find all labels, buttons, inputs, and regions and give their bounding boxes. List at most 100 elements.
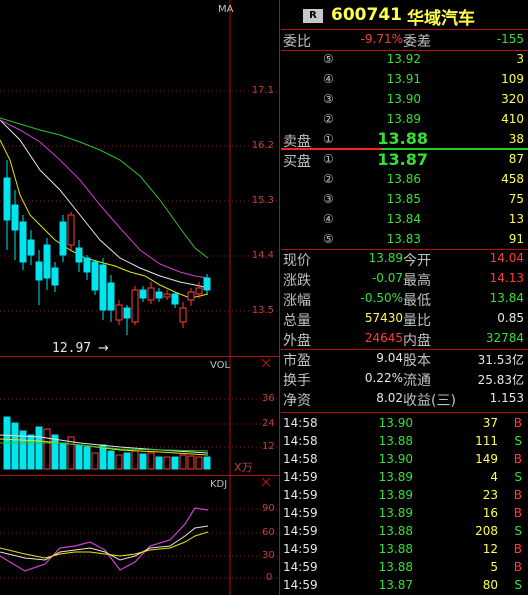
ask-level: ⑤ (323, 52, 334, 66)
tick-time: 14:58 (283, 416, 318, 430)
ask-volume: 410 (501, 112, 524, 126)
tick-side: S (514, 578, 522, 592)
candle (19, 221, 27, 263)
candle (131, 289, 139, 323)
close-icon (261, 358, 271, 368)
tick-volume: 5 (490, 560, 498, 574)
tick-time: 14:59 (283, 524, 318, 538)
fundamentals: 市盈 9.04 股本 31.53亿 换手 0.22% 流通 25.83亿 净资 … (281, 350, 528, 412)
bid-row[interactable]: ③ 13.85 75 (281, 191, 528, 209)
fundamental-label: 股本 (403, 353, 431, 369)
tick-volume: 111 (475, 434, 498, 448)
price-tick-label: 15.3 (251, 195, 274, 206)
candle (155, 291, 163, 299)
tick-volume: 12 (482, 542, 498, 556)
volume-chart[interactable] (0, 357, 280, 475)
tick-time: 14:58 (283, 434, 318, 448)
price-tick-label: 17.1 (251, 85, 274, 96)
chart-area[interactable]: 12.97 → MA 17.1 16.2 15.3 14.4 13.5 VOL … (0, 0, 280, 595)
ask-price-best: 13.88 (377, 129, 428, 148)
bid-row[interactable]: ⑤ 13.83 91 (281, 231, 528, 249)
quote-label: 内盘 (403, 333, 431, 349)
quote-value: 13.84 (489, 291, 524, 305)
quote-row: 外盘 24645 内盘 32784 (281, 330, 528, 349)
quote-label: 涨跌 (283, 273, 311, 289)
bid-row[interactable]: ② 13.86 458 (281, 171, 528, 189)
quote-row: 总量 57430 量比 0.85 (281, 310, 528, 329)
ask-price: 13.92 (386, 52, 421, 66)
ask-row[interactable]: ① 13.88 38 (281, 129, 528, 149)
ask-row[interactable]: ② 13.89 410 (281, 111, 528, 129)
commission-ratio-value: -9.71% (360, 32, 403, 46)
candle (27, 239, 35, 256)
tick-row: 14:59 13.88 208 S (281, 523, 528, 541)
quote-label: 量比 (403, 313, 431, 329)
quote-value: 57430 (364, 311, 403, 325)
quote-value: 32784 (485, 331, 524, 345)
candle (75, 247, 83, 263)
candle (171, 293, 179, 305)
price-axis: 17.1 16.2 15.3 14.4 13.5 (232, 0, 278, 356)
ask-row[interactable]: ⑤ 13.92 3 (281, 51, 528, 69)
tick-row: 14:58 13.90 37 B (281, 415, 528, 433)
commission-diff-value: -155 (496, 32, 524, 46)
volume-bar (171, 456, 179, 470)
tick-row: 14:59 13.87 80 S (281, 577, 528, 595)
bid-level: ③ (323, 192, 334, 206)
tick-price: 13.89 (378, 488, 413, 502)
tick-volume: 37 (482, 416, 498, 430)
quote-label: 总量 (283, 313, 311, 329)
volume-bar (187, 455, 195, 470)
quote-value: 14.04 (489, 251, 524, 265)
stock-code: 600741 (331, 5, 402, 25)
volume-bar (115, 454, 123, 470)
candle (3, 177, 11, 221)
r-badge[interactable]: R (303, 9, 323, 23)
fundamental-value: 31.53亿 (477, 353, 524, 367)
candle (51, 267, 59, 286)
tick-volume: 80 (482, 578, 498, 592)
bid-price-best: 13.87 (377, 150, 428, 169)
bid-row[interactable]: ④ 13.84 13 (281, 211, 528, 229)
vol-label: VOL (210, 360, 231, 371)
tick-list[interactable]: 14:58 13.90 37 B 14:58 13.88 111 S 14:58 13.90 149… (281, 413, 528, 595)
tick-price: 13.88 (378, 560, 413, 574)
ask-row[interactable]: ③ 13.90 320 (281, 91, 528, 109)
ask-level: ② (323, 112, 334, 126)
volume-bar (155, 456, 163, 470)
low-marker-arrow: → (98, 341, 109, 356)
candle (163, 293, 171, 298)
bid-price: 13.84 (386, 212, 421, 226)
close-icon (261, 477, 271, 487)
candle (187, 291, 195, 301)
fundamental-row: 市盈 9.04 股本 31.53亿 (281, 350, 528, 369)
tick-price: 13.88 (378, 542, 413, 556)
bid-volume: 87 (508, 152, 524, 166)
tick-side: B (513, 506, 522, 520)
candle (107, 282, 115, 311)
bid-row[interactable]: ① 13.87 87 (281, 150, 528, 169)
tick-side: B (513, 452, 522, 466)
volume-bar (131, 450, 139, 470)
quote-value: 24645 (364, 331, 403, 345)
ask-price: 13.89 (386, 112, 421, 126)
quote-stats: 现价 13.89 今开 14.04 涨跌 -0.07 最高 14.13 涨幅 -… (281, 250, 528, 350)
ask-row[interactable]: ④ 13.91 109 (281, 71, 528, 89)
volume-bar (139, 453, 147, 470)
kdj-tick-label: 30 (262, 550, 275, 561)
quote-label: 涨幅 (283, 293, 311, 309)
bid-volume: 458 (501, 172, 524, 186)
bid-price: 13.83 (386, 232, 421, 246)
vol-tick-label: 36 (262, 393, 275, 404)
stock-name: 华域汽车 (407, 9, 475, 29)
kdj-chart[interactable] (0, 476, 280, 595)
volume-bar (51, 434, 59, 470)
candle (147, 287, 155, 301)
tick-row: 14:59 13.88 12 B (281, 541, 528, 559)
tick-side: B (513, 488, 522, 502)
quote-value: -0.07 (371, 271, 403, 285)
ask-level: ④ (323, 72, 334, 86)
tick-time: 14:59 (283, 578, 318, 592)
volume-bar (59, 442, 67, 470)
quote-value: -0.50% (360, 291, 403, 305)
